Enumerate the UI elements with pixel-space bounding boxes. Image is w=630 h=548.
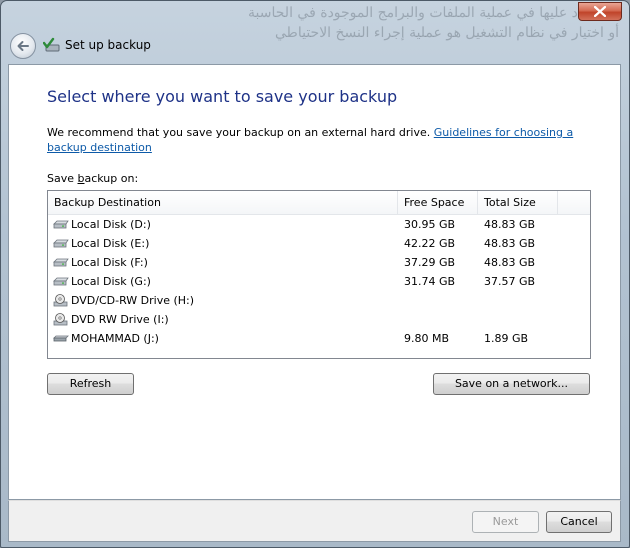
save-backup-on-label: Save backup on: (47, 172, 138, 185)
list-rows: Local Disk (D:) 30.95 GB 48.83 GB Local … (48, 215, 590, 348)
drive-name: MOHAMMAD (J:) (71, 332, 159, 345)
window-title: Set up backup (65, 38, 151, 52)
list-item[interactable]: MOHAMMAD (J:) 9.80 MB 1.89 GB (48, 329, 590, 348)
dvd-drive-icon (53, 294, 68, 307)
drive-free-space: 9.80 MB (404, 332, 450, 345)
drive-name: Local Disk (F:) (71, 256, 148, 269)
hard-disk-icon (53, 239, 69, 248)
hard-disk-icon (53, 277, 69, 286)
close-button[interactable] (578, 2, 622, 21)
save-label-suffix: ackup on: (84, 172, 139, 185)
background-desktop-text: بالإعتماد عليها في عملية الملفات والبرام… (29, 3, 619, 43)
list-item[interactable]: DVD/CD-RW Drive (H:) (48, 291, 590, 310)
drive-free-space: 42.22 GB (404, 237, 456, 250)
refresh-button[interactable]: Refresh (47, 373, 134, 395)
column-header-destination[interactable]: Backup Destination (48, 191, 398, 214)
drive-name: Local Disk (G:) (71, 275, 151, 288)
list-item[interactable]: Local Disk (F:) 37.29 GB 48.83 GB (48, 253, 590, 272)
drive-name: Local Disk (D:) (71, 218, 151, 231)
column-header-total-size[interactable]: Total Size (478, 191, 558, 214)
list-item[interactable]: Local Disk (G:) 31.74 GB 37.57 GB (48, 272, 590, 291)
list-header: Backup Destination Free Space Total Size (48, 191, 590, 215)
column-header-free-space[interactable]: Free Space (398, 191, 478, 214)
content-pane: Select where you want to save your backu… (8, 64, 621, 500)
drive-name: DVD/CD-RW Drive (H:) (71, 294, 195, 307)
drive-total-size: 37.57 GB (484, 275, 536, 288)
backup-icon (43, 37, 60, 52)
save-label-prefix: Save (47, 172, 78, 185)
drive-free-space: 31.74 GB (404, 275, 456, 288)
drive-total-size: 48.83 GB (484, 237, 536, 250)
background-text-line-1: بالإعتماد عليها في عملية الملفات والبرام… (248, 5, 619, 21)
recommendation-text: We recommend that you save your backup o… (47, 125, 607, 155)
hard-disk-icon (53, 258, 69, 267)
backup-destination-list[interactable]: Backup Destination Free Space Total Size… (47, 190, 591, 359)
backup-window: بالإعتماد عليها في عملية الملفات والبرام… (0, 0, 630, 548)
cancel-button[interactable]: Cancel (546, 511, 612, 533)
back-arrow-icon (17, 41, 29, 51)
save-on-network-button[interactable]: Save on a network... (433, 373, 590, 395)
close-icon (594, 6, 606, 17)
removable-drive-icon (53, 335, 69, 342)
list-item[interactable]: Local Disk (D:) 30.95 GB 48.83 GB (48, 215, 590, 234)
dvd-drive-icon (53, 313, 68, 326)
next-button[interactable]: Next (472, 511, 539, 533)
drive-name: Local Disk (E:) (71, 237, 150, 250)
drive-total-size: 1.89 GB (484, 332, 529, 345)
drive-free-space: 30.95 GB (404, 218, 456, 231)
drive-total-size: 48.83 GB (484, 256, 536, 269)
drive-free-space: 37.29 GB (404, 256, 456, 269)
list-item[interactable]: DVD RW Drive (I:) (48, 310, 590, 329)
hard-disk-icon (53, 220, 69, 229)
page-heading: Select where you want to save your backu… (47, 87, 398, 106)
drive-name: DVD RW Drive (I:) (71, 313, 169, 326)
list-item[interactable]: Local Disk (E:) 42.22 GB 48.83 GB (48, 234, 590, 253)
recommendation-sentence: We recommend that you save your backup o… (47, 126, 434, 139)
back-button[interactable] (10, 33, 36, 59)
drive-total-size: 48.83 GB (484, 218, 536, 231)
footer-bar: Next Cancel (8, 500, 621, 542)
